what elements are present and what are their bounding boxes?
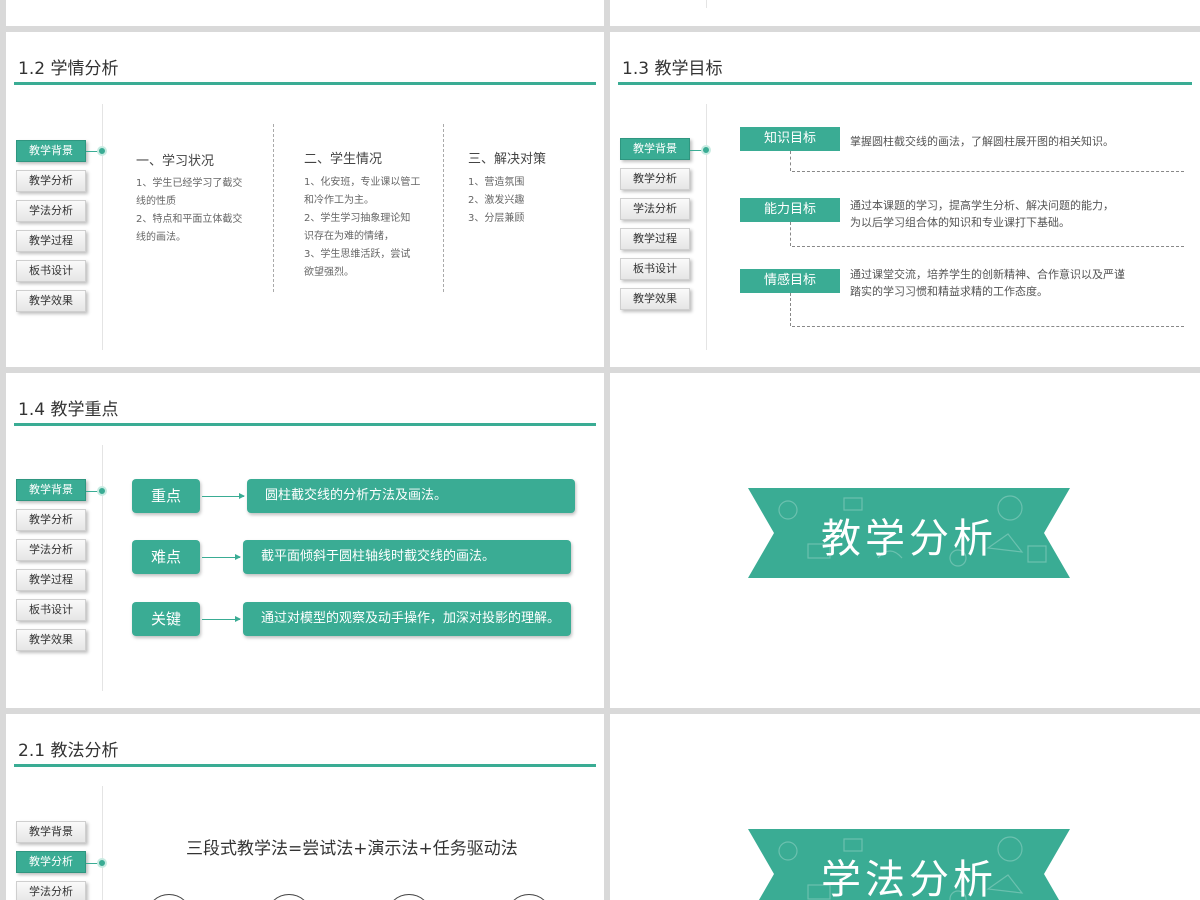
banner-title: 学法分析 [821,857,997,900]
method-circle [146,894,192,900]
slide-nav: 教学背景 教学分析 学法分析 教学过程 板书设计 教学效果 [16,140,90,320]
section-banner: 教学分析 [748,488,1070,578]
slide-top-left-partial [6,0,604,26]
slide-nav: 教学背景 教学分析 学法分析 教学过程 板书设计 教学效果 [16,479,90,659]
nav-item-study-analysis[interactable]: 学法分析 [16,200,86,222]
nav-item-teaching-process[interactable]: 教学过程 [620,228,690,250]
column-heading: 二、学生情况 [304,152,383,167]
goal-separator [792,246,1184,247]
goal-connector [790,151,791,171]
goal-text-ability: 通过本课题的学习，提高学生分析、解决问题的能力， 为以后学习组合体的知识和专业课… [850,199,1114,229]
goal-separator [792,171,1184,172]
column-heading: 一、学习状况 [136,154,215,169]
method-circle [506,894,552,900]
column-divider [273,124,274,292]
title-underline [14,423,596,426]
nav-item-teaching-effect[interactable]: 教学效果 [16,290,86,312]
nav-item-teaching-background[interactable]: 教学背景 [16,140,86,162]
nav-active-dot [97,146,107,156]
nav-active-dot [701,145,711,155]
key-label-key-point: 关键 [132,602,200,636]
key-arrow [202,616,241,622]
nav-item-teaching-analysis[interactable]: 教学分析 [16,170,86,192]
nav-item-teaching-analysis[interactable]: 教学分析 [16,509,86,531]
slide-title: 1.3 教学目标 [622,59,723,79]
nav-item-study-analysis[interactable]: 学法分析 [16,881,86,900]
column-body: 1、学生已经学习了截交 线的性质 2、特点和平面立体截交 线的画法。 [136,178,243,243]
slide-1-4[interactable]: 1.4 教学重点 教学背景 教学分析 学法分析 教学过程 板书设计 教学效果 重… [6,373,604,708]
nav-item-teaching-background[interactable]: 教学背景 [16,479,86,501]
nav-item-teaching-background[interactable]: 教学背景 [16,821,86,843]
slide-2-1[interactable]: 2.1 教法分析 教学背景 教学分析 学法分析 三段式教学法=尝试法+演示法+任… [6,714,604,900]
slide-nav: 教学背景 教学分析 学法分析 教学过程 板书设计 教学效果 [620,138,694,318]
nav-divider [102,786,103,900]
nav-item-study-analysis[interactable]: 学法分析 [620,198,690,220]
slide-title: 1.4 教学重点 [18,400,119,420]
title-underline [14,82,596,85]
slide-1-3[interactable]: 1.3 教学目标 教学背景 教学分析 学法分析 教学过程 板书设计 教学效果 知… [610,32,1200,367]
goal-label-ability: 能力目标 [740,198,840,222]
section-banner: 学法分析 [748,829,1070,900]
key-text-key-point: 通过对模型的观察及动手操作，加深对投影的理解。 [243,602,571,636]
nav-item-teaching-process[interactable]: 教学过程 [16,569,86,591]
slide-nav: 教学背景 教学分析 学法分析 [16,821,90,900]
nav-divider [102,104,103,350]
column-body: 1、营造氛围 2、激发兴趣 3、分层兼顾 [468,177,525,224]
key-text-difficulty: 截平面倾斜于圆柱轴线时截交线的画法。 [243,540,571,574]
slide-title: 1.2 学情分析 [18,59,119,79]
goal-label-emotion: 情感目标 [740,269,840,293]
nav-item-teaching-analysis[interactable]: 教学分析 [16,851,86,873]
slide-top-right-partial [610,0,1200,26]
title-underline [14,764,596,767]
nav-item-teaching-analysis[interactable]: 教学分析 [620,168,690,190]
nav-item-teaching-process[interactable]: 教学过程 [16,230,86,252]
nav-active-dot [97,858,107,868]
column-divider [443,124,444,292]
slide-title: 2.1 教法分析 [18,741,119,761]
method-circle [386,894,432,900]
nav-item-board-design[interactable]: 板书设计 [16,260,86,282]
goal-text-emotion: 通过课堂交流，培养学生的创新精神、合作意识以及严谨 踏实的学习习惯和精益求精的工… [850,268,1125,298]
nav-item-board-design[interactable]: 板书设计 [620,258,690,280]
nav-item-teaching-effect[interactable]: 教学效果 [620,288,690,310]
goal-connector [790,293,791,326]
goal-connector [790,222,791,246]
method-circle [266,894,312,900]
goal-text-knowledge: 掌握圆柱截交线的画法，了解圆柱展开图的相关知识。 [850,135,1114,148]
banner-title: 教学分析 [821,516,997,562]
nav-item-teaching-background[interactable]: 教学背景 [620,138,690,160]
slide-section-teaching-analysis[interactable]: 教学分析 [610,373,1200,708]
nav-divider [102,445,103,691]
slide-1-2[interactable]: 1.2 学情分析 教学背景 教学分析 学法分析 教学过程 板书设计 教学效果 一… [6,32,604,367]
key-arrow [202,493,245,499]
key-label-difficulty: 难点 [132,540,200,574]
nav-divider [706,104,707,350]
goal-label-knowledge: 知识目标 [740,127,840,151]
column-heading: 三、解决对策 [468,152,547,167]
method-formula: 三段式教学法=尝试法+演示法+任务驱动法 [186,839,518,859]
nav-item-teaching-effect[interactable]: 教学效果 [16,629,86,651]
nav-item-study-analysis[interactable]: 学法分析 [16,539,86,561]
key-label-focus: 重点 [132,479,200,513]
title-underline [618,82,1192,85]
slide-section-study-analysis[interactable]: 学法分析 [610,714,1200,900]
column-body: 1、化安班，专业课以管工 和冷作工为主。 2、学生学习抽象理论知 识存在为难的情… [304,177,421,278]
goal-separator [792,326,1184,327]
nav-active-dot [97,486,107,496]
nav-item-board-design[interactable]: 板书设计 [16,599,86,621]
slide-top-right-divider [706,0,707,8]
key-text-focus: 圆柱截交线的分析方法及画法。 [247,479,575,513]
key-arrow [202,554,241,560]
